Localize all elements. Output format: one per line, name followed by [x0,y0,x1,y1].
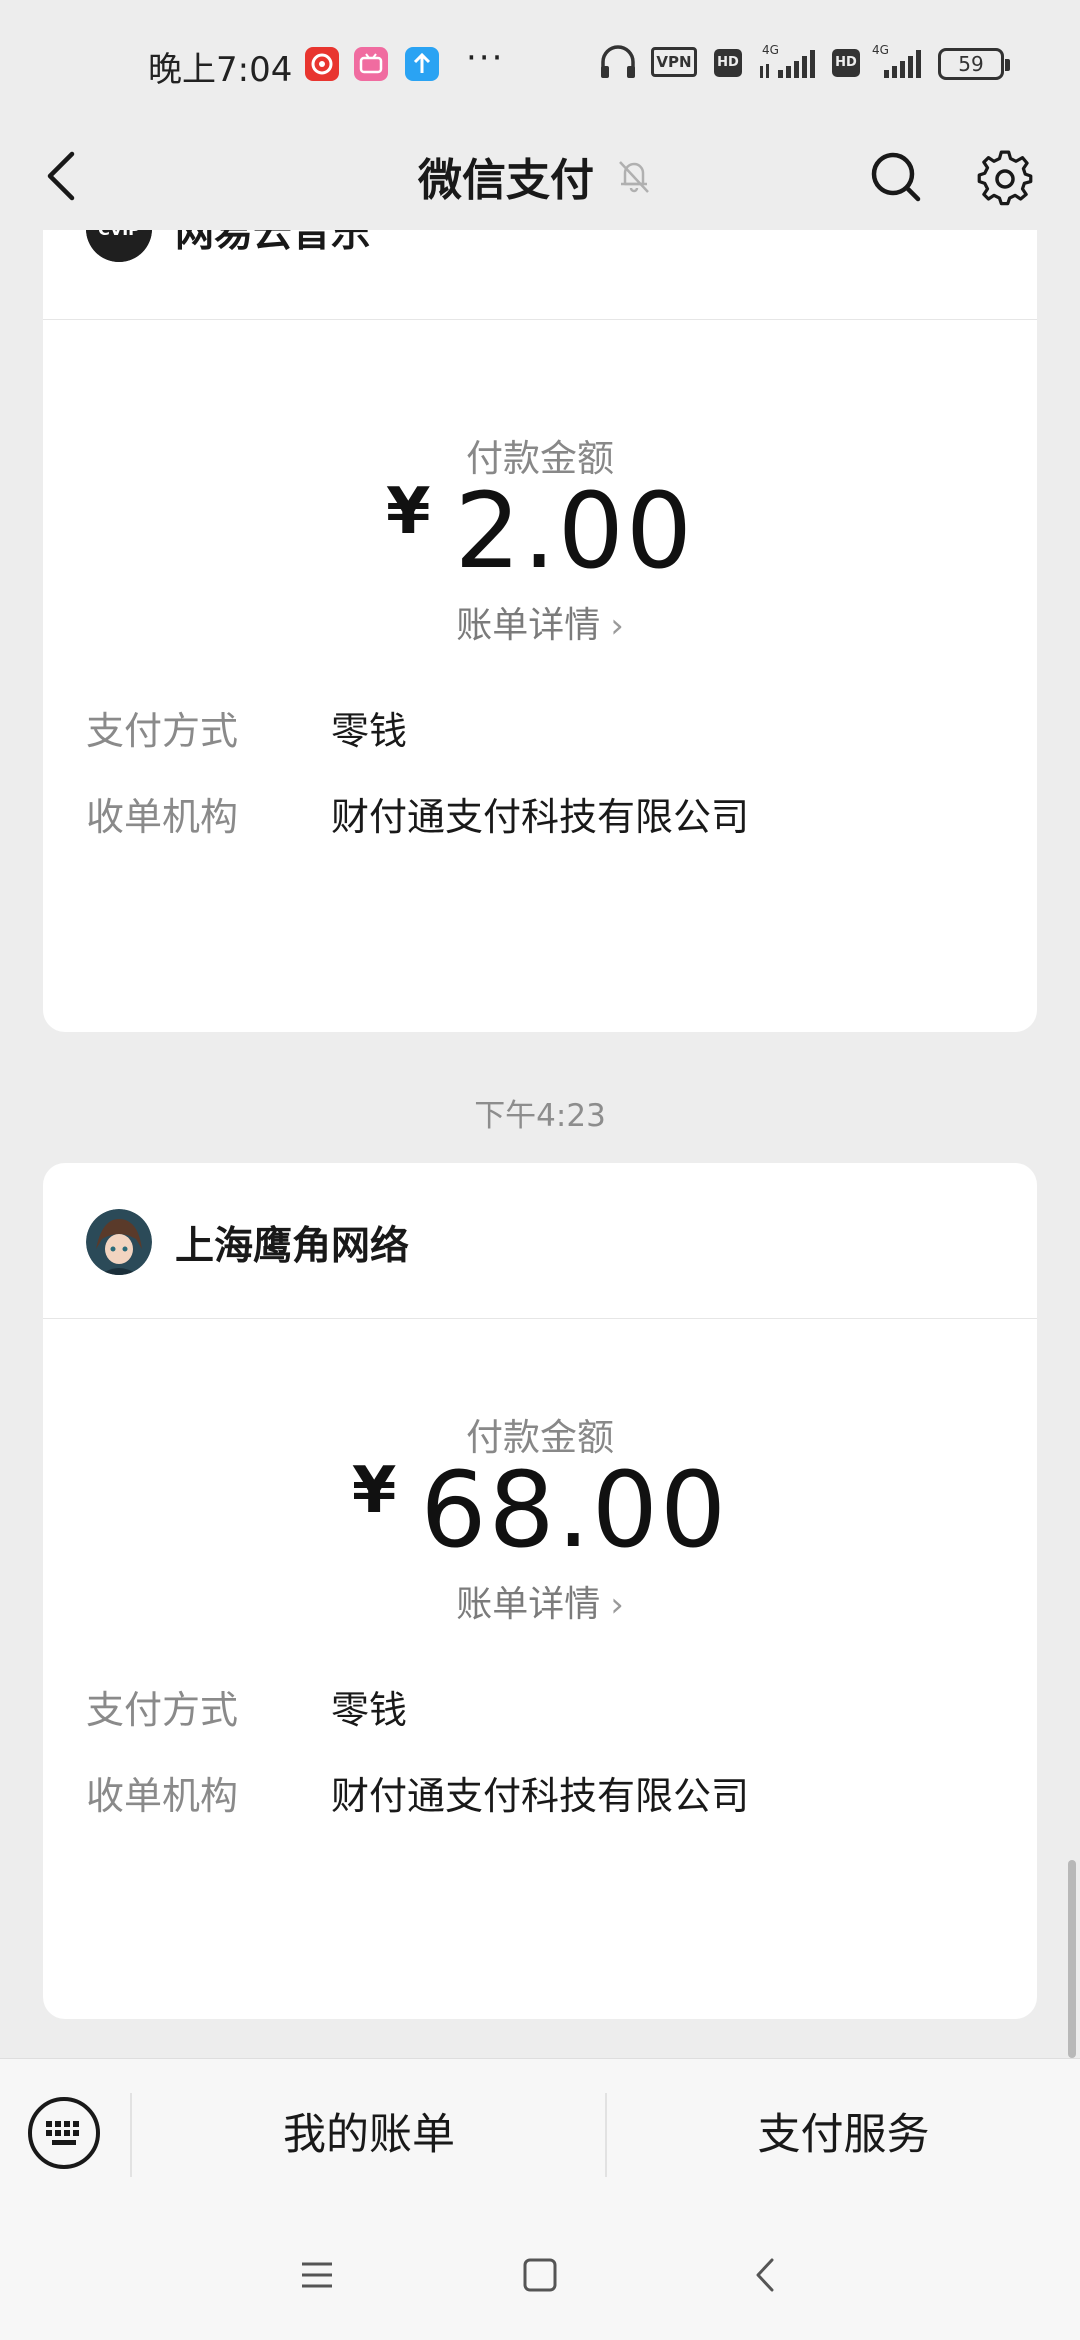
my-bills-button[interactable]: 我的账单 [132,2059,606,2211]
payment-method-label: 支付方式 [86,709,239,753]
bill-detail-label: 账单详情 [456,605,601,646]
payment-card[interactable]: 上海鹰角网络 付款金额 ¥68.00 账单详情 › 支付方式 零钱 收单机构 财付… [43,1163,1037,2019]
netease-music-notification-icon [305,47,339,81]
upload-notification-icon [405,47,439,81]
payment-method-value: 零钱 [331,1688,408,1732]
back-icon[interactable] [742,2250,792,2300]
card-header: CVIP 网易云音乐 [43,230,1037,320]
status-bar: 晚上7:04 ··· VPN HD 4G HD 4G 59 [0,0,1080,128]
menu-icon[interactable] [292,2250,342,2300]
signal-icon-2: 4G [872,43,921,78]
bottom-menu: 我的账单 支付服务 [0,2058,1080,2210]
svg-text:4G: 4G [762,43,779,57]
title-bar: 微信支付 [0,128,1080,230]
battery-icon: 59 [938,48,1010,80]
bilibili-notification-icon [354,47,388,81]
merchant-name: 上海鹰角网络 [175,1224,410,1269]
keyboard-icon[interactable] [26,2095,102,2171]
chevron-right-icon: › [610,1585,624,1625]
hd-voice-icon: HD [714,49,742,77]
system-nav-bar [0,2210,1080,2340]
payment-method-label: 支付方式 [86,1688,239,1732]
card-header: 上海鹰角网络 [43,1163,1037,1319]
merchant-name: 网易云音乐 [175,230,371,256]
more-notifications-icon: ··· [466,38,505,78]
home-icon[interactable] [515,2250,565,2300]
acquirer-label: 收单机构 [86,1774,239,1818]
svg-text:4G: 4G [872,43,889,57]
payment-card[interactable]: CVIP 网易云音乐 付款金额 ¥2.00 账单详情› 支付方式 零钱 收单机构… [43,230,1037,1032]
amount-value: 2.00 [454,470,695,592]
bill-detail-link[interactable]: 账单详情 › [43,596,1037,648]
currency-symbol: ¥ [385,475,433,549]
page-title: 微信支付 [418,136,652,216]
netease-vip-avatar: CVIP [86,230,152,262]
gear-icon[interactable] [970,138,1040,218]
status-time: 晚上7:04 [148,50,293,90]
hd-voice-icon-2: HD [832,49,860,77]
vpn-icon: VPN [651,47,697,77]
payment-amount: ¥2.00 [43,470,1037,592]
payment-method-value: 零钱 [331,709,408,753]
search-icon[interactable] [866,138,926,218]
merchant-avatar [86,1209,152,1275]
payment-services-button[interactable]: 支付服务 [607,2059,1080,2211]
message-timestamp: 下午4:23 [474,1098,606,1134]
payment-amount: ¥68.00 [43,1449,1037,1571]
acquirer-value: 财付通支付科技有限公司 [331,795,750,839]
signal-icon: 4G [760,43,815,78]
acquirer-value: 财付通支付科技有限公司 [331,1774,750,1818]
chevron-right-icon: › [610,606,624,646]
bill-detail-link[interactable]: 账单详情 › [43,1575,1037,1627]
page-title-text: 微信支付 [418,155,594,206]
scrollbar[interactable] [1068,1860,1076,2058]
back-icon[interactable] [30,136,90,216]
amount-value: 68.00 [420,1449,729,1571]
svg-text:CVIP: CVIP [98,230,140,239]
acquirer-label: 收单机构 [86,795,239,839]
headset-icon [601,45,635,78]
payment-messages-list[interactable]: CVIP 网易云音乐 付款金额 ¥2.00 账单详情› 支付方式 零钱 收单机构… [0,230,1080,2058]
currency-symbol: ¥ [351,1454,399,1528]
bill-detail-label: 账单详情 [456,1584,601,1625]
mute-bell-icon [619,161,649,193]
